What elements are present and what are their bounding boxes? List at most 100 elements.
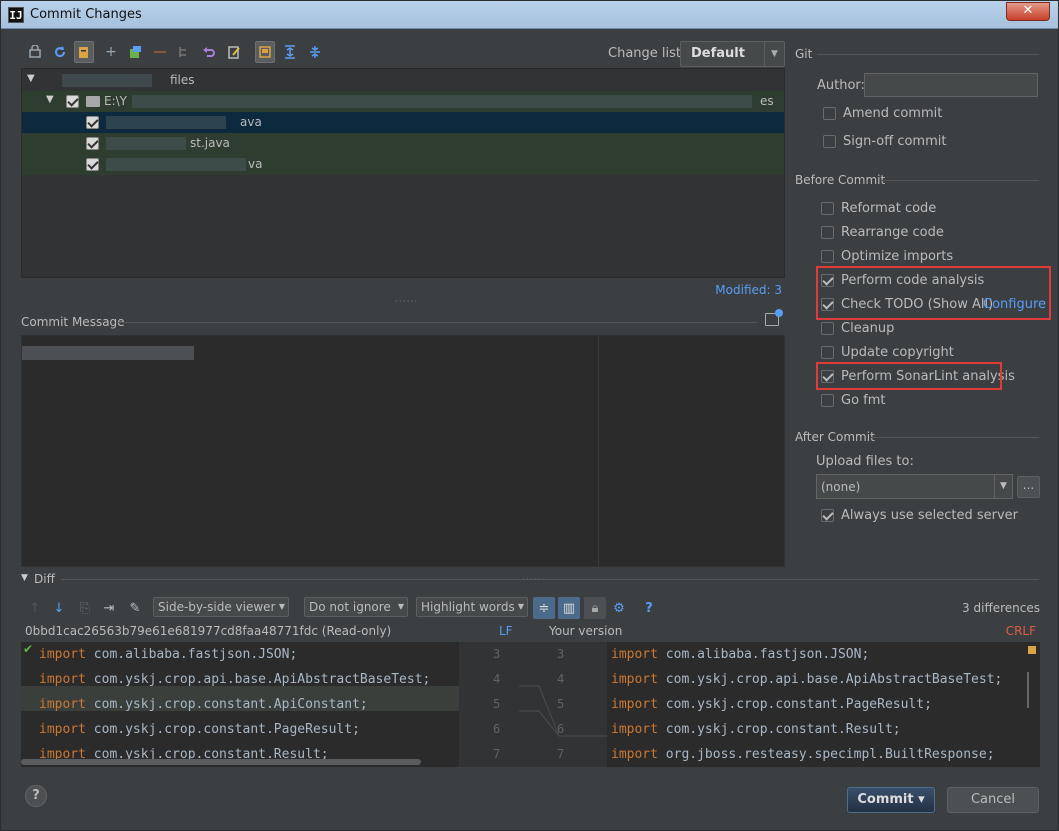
preview-diff-icon[interactable] bbox=[255, 41, 275, 63]
sync-scroll-icon[interactable]: ▥ bbox=[558, 597, 580, 619]
folder-icon bbox=[86, 96, 100, 107]
left-code-line: import com.yskj.crop.constant.PageResult… bbox=[39, 722, 360, 737]
file-checkbox[interactable] bbox=[86, 137, 99, 150]
checkbox[interactable] bbox=[821, 394, 834, 407]
remove-icon[interactable]: — bbox=[150, 41, 170, 63]
edit-source-icon[interactable] bbox=[224, 41, 244, 63]
file-checkbox[interactable] bbox=[86, 116, 99, 129]
window-close-button[interactable]: ✕ bbox=[1006, 2, 1050, 21]
checkbox[interactable] bbox=[823, 135, 836, 148]
move-to-changelist-icon[interactable] bbox=[125, 41, 145, 63]
before-commit-label: Before Commit bbox=[795, 173, 886, 187]
splitter-grip[interactable]: ······ bbox=[395, 297, 418, 307]
chevron-down-icon[interactable]: ▾ bbox=[918, 792, 925, 807]
show-diff-icon[interactable] bbox=[25, 41, 45, 63]
right-code-line: import com.yskj.crop.api.base.ApiAbstrac… bbox=[611, 672, 1003, 687]
right-line-separator[interactable]: CRLF bbox=[1006, 624, 1036, 638]
changed-files-tree: ▼ files ▼ E:\Y es ava st.java va bbox=[21, 68, 785, 278]
commit-message-input[interactable] bbox=[21, 335, 785, 567]
error-stripe-marker[interactable] bbox=[1028, 646, 1036, 654]
edit-icon[interactable]: ✎ bbox=[127, 600, 143, 616]
git-section-label: Git bbox=[795, 47, 813, 61]
file-name: st.java bbox=[190, 136, 230, 150]
commit-button[interactable]: Commit ▾ bbox=[847, 787, 935, 813]
file-name: ava bbox=[240, 115, 262, 129]
refresh-icon[interactable] bbox=[50, 41, 70, 63]
left-code-line: import com.yskj.crop.constant.ApiConstan… bbox=[39, 697, 368, 712]
chevron-down-icon: ▼ bbox=[764, 42, 784, 66]
splitter-grip[interactable]: ······ bbox=[522, 575, 545, 585]
highlight-mode-select[interactable]: Highlight words ▼ bbox=[416, 597, 528, 617]
checkbox[interactable] bbox=[821, 250, 834, 263]
checkbox[interactable] bbox=[821, 202, 834, 215]
checkbox[interactable] bbox=[823, 107, 836, 120]
file-checkbox[interactable] bbox=[86, 158, 99, 171]
right-code-line: import com.yskj.crop.constant.PageResult… bbox=[611, 697, 932, 712]
previous-difference-icon[interactable]: ↑ bbox=[27, 600, 43, 616]
checkbox[interactable] bbox=[821, 346, 834, 359]
tree-root-row[interactable]: ▼ files bbox=[22, 70, 784, 91]
settings-gear-icon[interactable]: ⚙ bbox=[611, 600, 627, 616]
rollback-icon[interactable] bbox=[199, 41, 219, 63]
chevron-down-icon: ▼ bbox=[278, 602, 285, 611]
folder-path-suffix: es bbox=[760, 94, 774, 108]
upload-server-select[interactable]: (none) ▼ bbox=[816, 474, 1013, 499]
expand-triangle-icon[interactable]: ▼ bbox=[27, 73, 35, 84]
after-commit-label: After Commit bbox=[795, 430, 875, 444]
redacted-text bbox=[62, 74, 152, 87]
file-row[interactable]: ava bbox=[22, 112, 784, 133]
checkbox[interactable] bbox=[821, 226, 834, 239]
right-line-number: 7 bbox=[557, 747, 565, 761]
collapse-all-icon[interactable] bbox=[305, 41, 325, 63]
help-icon[interactable]: ? bbox=[641, 600, 657, 616]
file-row[interactable]: st.java bbox=[22, 133, 784, 154]
right-line-number: 4 bbox=[557, 672, 565, 686]
compare-previous-file-icon[interactable]: ⎘ bbox=[77, 600, 93, 616]
expand-tree-icon[interactable] bbox=[174, 41, 194, 63]
chevron-down-icon: ▼ bbox=[517, 602, 524, 611]
folder-checkbox[interactable] bbox=[66, 95, 79, 108]
left-line-separator[interactable]: LF bbox=[499, 624, 513, 638]
commit-message-label: Commit Message bbox=[21, 315, 125, 329]
jump-to-source-icon[interactable]: ⇥ bbox=[101, 600, 117, 616]
highlight-annotation bbox=[816, 362, 1002, 390]
changelist-select[interactable]: Default ▼ bbox=[680, 41, 785, 67]
next-difference-icon[interactable]: ↓ bbox=[51, 600, 67, 616]
chevron-down-icon: ▼ bbox=[397, 602, 404, 611]
right-revision-title: Your version bbox=[549, 624, 623, 638]
expand-triangle-icon[interactable]: ▼ bbox=[46, 94, 54, 105]
help-button[interactable]: ? bbox=[25, 785, 47, 807]
right-line-number: 5 bbox=[557, 697, 565, 711]
file-row[interactable]: va bbox=[22, 154, 784, 175]
chevron-down-icon: ▼ bbox=[994, 475, 1012, 498]
divider bbox=[871, 437, 1039, 438]
left-code-line: import com.alibaba.fastjson.JSON; bbox=[39, 647, 298, 662]
tree-folder-row[interactable]: ▼ E:\Y es bbox=[22, 91, 784, 112]
vertical-scrollbar[interactable] bbox=[1027, 672, 1037, 708]
side-by-side-diff[interactable]: ✔ import com.alibaba.fastjson.JSON; impo… bbox=[21, 642, 1040, 767]
diff-collapse-triangle-icon[interactable]: ▼ bbox=[21, 573, 28, 583]
author-input[interactable] bbox=[864, 73, 1038, 97]
add-icon[interactable]: + bbox=[101, 41, 121, 63]
divider bbox=[117, 322, 757, 323]
redacted-text bbox=[106, 158, 246, 171]
expand-all-icon[interactable] bbox=[280, 41, 300, 63]
horizontal-scrollbar[interactable] bbox=[21, 759, 421, 765]
highlight-annotation bbox=[816, 266, 1051, 320]
file-name: va bbox=[248, 157, 263, 171]
folder-path: E:\Y bbox=[104, 94, 127, 108]
left-line-number: 4 bbox=[493, 672, 501, 686]
viewer-mode-select[interactable]: Side-by-side viewer ▼ bbox=[153, 597, 289, 617]
ignore-whitespace-select[interactable]: Do not ignore ▼ bbox=[304, 597, 408, 617]
browse-servers-button[interactable]: ... bbox=[1017, 476, 1040, 498]
lock-icon[interactable]: 🔒︎ bbox=[584, 597, 606, 619]
checkbox[interactable] bbox=[821, 322, 834, 335]
redacted-text bbox=[22, 346, 194, 360]
left-code-line: import com.yskj.crop.api.base.ApiAbstrac… bbox=[39, 672, 431, 687]
commit-message-history-icon[interactable] bbox=[765, 309, 783, 326]
cancel-button[interactable]: Cancel bbox=[947, 787, 1039, 813]
checkbox[interactable] bbox=[821, 509, 834, 522]
left-line-number: 7 bbox=[493, 747, 501, 761]
collapse-unchanged-icon[interactable]: ≑ bbox=[533, 597, 555, 619]
group-by-directory-icon[interactable] bbox=[74, 41, 94, 63]
